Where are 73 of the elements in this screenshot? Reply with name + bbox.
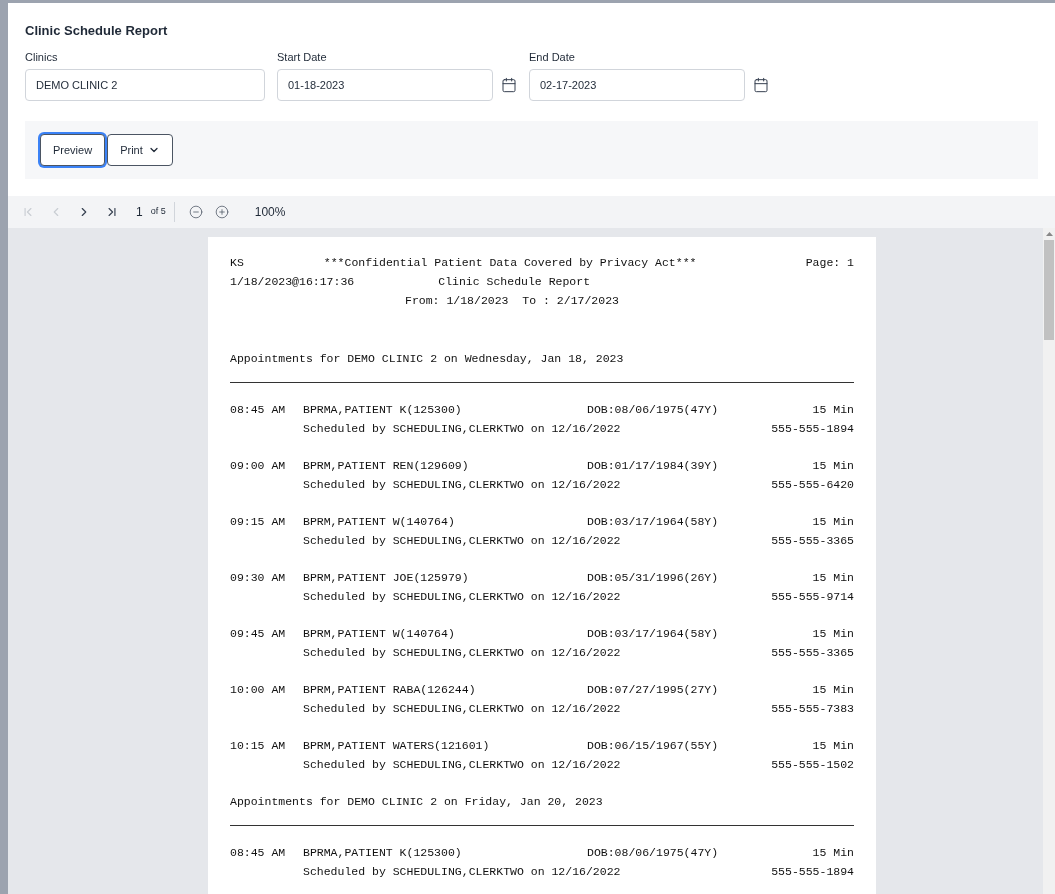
phone-number: 555-555-3365 (771, 645, 854, 661)
appointment-duration: 15 Min (812, 738, 854, 754)
appointment-duration: 15 Min (812, 682, 854, 698)
date-of-birth: DOB:07/27/1995(27Y) (587, 682, 719, 698)
print-dropdown-button[interactable]: Print (107, 134, 173, 166)
scheduled-by: Scheduled by SCHEDULING,CLERKTWO on 12/16/2022 (303, 864, 621, 880)
phone-number: 555-555-1502 (771, 757, 854, 773)
patient-name: BPRMA,PATIENT K(125300) (303, 402, 463, 418)
page-title: Clinic Schedule Report (25, 22, 169, 40)
scheduled-by: Scheduled by SCHEDULING,CLERKTWO on 12/16/2022 (303, 757, 621, 773)
scheduled-by: Scheduled by SCHEDULING,CLERKTWO on 12/16/2022 (303, 701, 621, 717)
report-timestamp: 1/18/2023@16:17:36 (230, 274, 355, 290)
appointment-time: 10:15 AM (230, 738, 287, 754)
report-date-range: From: 1/18/2023 To : 2/17/2023 (405, 294, 619, 307)
appointment-duration: 15 Min (812, 402, 854, 418)
phone-number: 555-555-6420 (771, 477, 854, 493)
patient-name: BPRM,PATIENT WATERS(121601) (303, 738, 491, 754)
scheduled-by: Scheduled by SCHEDULING,CLERKTWO on 12/16/2022 (303, 421, 621, 437)
phone-number: 555-555-7383 (771, 701, 854, 717)
patient-name: BPRM,PATIENT W(140764) (303, 514, 456, 530)
zoom-level: 100% (254, 204, 286, 221)
appointment-time: 08:45 AM (230, 402, 287, 418)
date-of-birth: DOB:06/15/1967(55Y) (587, 738, 719, 754)
phone-number: 555-555-1894 (771, 864, 854, 880)
patient-name: BPRM,PATIENT RABA(126244) (303, 682, 477, 698)
date-field[interactable]: 02-17-2023 (529, 69, 745, 101)
field-label: Clinics (25, 50, 59, 65)
appointment-duration: 15 Min (812, 845, 854, 861)
date-of-birth: DOB:05/31/1996(26Y) (587, 570, 719, 586)
appointment-duration: 15 Min (812, 570, 854, 586)
page-number[interactable]: 1 (136, 203, 143, 221)
appointment-time: 08:45 AM (230, 845, 287, 861)
scheduled-by: Scheduled by SCHEDULING,CLERKTWO on 12/16/2022 (303, 645, 621, 661)
report-title: Clinic Schedule Report (438, 274, 591, 290)
page-count: of 5 (150, 205, 166, 219)
field-label: End Date (529, 50, 576, 65)
appointment-time: 09:45 AM (230, 626, 287, 642)
appointment-time: 09:00 AM (230, 458, 287, 474)
date-of-birth: DOB:03/17/1964(58Y) (587, 514, 719, 530)
appointment-time: 10:00 AM (230, 682, 287, 698)
last-page-icon[interactable] (105, 205, 119, 219)
clinic-field[interactable]: DEMO CLINIC 2 (25, 69, 265, 101)
section-heading: Appointments for DEMO CLINIC 2 on Friday, Jan 20, 2023 (230, 795, 603, 808)
preview-button[interactable]: Preview (40, 134, 106, 166)
date-of-birth: DOB:08/06/1975(47Y) (587, 845, 719, 861)
confidential-notice: ***Confidential Patient Data Covered by Privacy Act*** (323, 255, 697, 271)
patient-name: BPRM,PATIENT W(140764) (303, 626, 456, 642)
calendar-icon[interactable] (501, 77, 517, 93)
appointment-time: 09:30 AM (230, 570, 287, 586)
date-of-birth: DOB:08/06/1975(47Y) (587, 402, 719, 418)
report-page-number: Page: 1 (805, 255, 854, 271)
scroll-up-icon[interactable] (1045, 232, 1053, 236)
date-of-birth: DOB:01/17/1984(39Y) (587, 458, 719, 474)
scheduled-by: Scheduled by SCHEDULING,CLERKTWO on 12/16/2022 (303, 589, 621, 605)
date-field[interactable]: 01-18-2023 (277, 69, 493, 101)
patient-name: BPRM,PATIENT REN(129609) (303, 458, 470, 474)
scheduled-by: Scheduled by SCHEDULING,CLERKTWO on 12/16/2022 (303, 477, 621, 493)
appointment-duration: 15 Min (812, 458, 854, 474)
patient-name: BPRM,PATIENT JOE(125979) (303, 570, 470, 586)
patient-name: BPRMA,PATIENT K(125300) (303, 845, 463, 861)
phone-number: 555-555-9714 (771, 589, 854, 605)
section-heading: Appointments for DEMO CLINIC 2 on Wednesday, Jan 18, 2023 (230, 352, 624, 365)
field-label: Start Date (277, 50, 328, 65)
report-user: KS (230, 255, 244, 271)
appointment-duration: 15 Min (812, 514, 854, 530)
date-of-birth: DOB:03/17/1964(58Y) (587, 626, 719, 642)
appointment-duration: 15 Min (812, 626, 854, 642)
phone-number: 555-555-3365 (771, 533, 854, 549)
phone-number: 555-555-1894 (771, 421, 854, 437)
appointment-time: 09:15 AM (230, 514, 287, 530)
scheduled-by: Scheduled by SCHEDULING,CLERKTWO on 12/16/2022 (303, 533, 621, 549)
scrollbar-thumb[interactable] (1044, 240, 1054, 340)
calendar-icon[interactable] (753, 77, 769, 93)
